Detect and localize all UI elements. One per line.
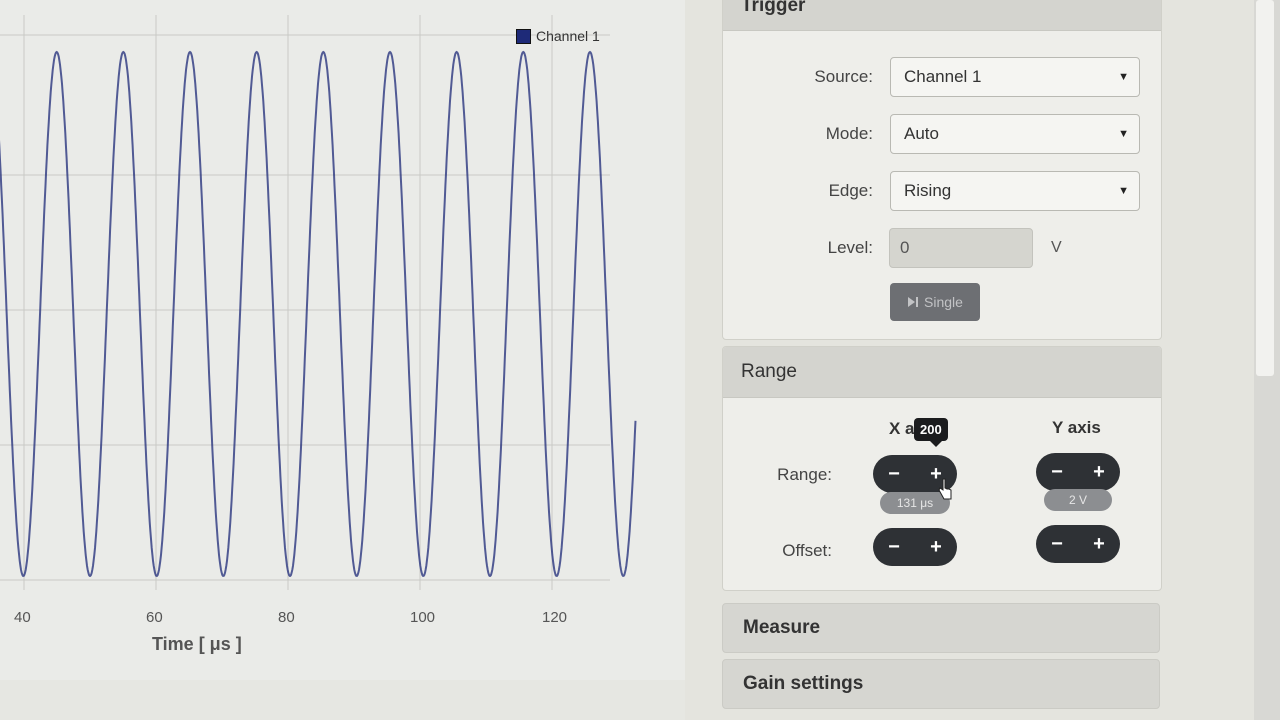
edge-label: Edge:	[828, 181, 873, 200]
x-offset-plus-button[interactable]: +	[916, 536, 956, 559]
channel-1-trace	[0, 50, 637, 577]
oscilloscope-plot[interactable]: 40 60 80 100 120 Channel 1 Time [ μs ]	[0, 0, 685, 680]
y-offset-plus-button[interactable]: +	[1079, 533, 1119, 556]
x-tick-label: 40	[14, 609, 31, 626]
measure-panel-heading[interactable]: Measure	[722, 603, 1160, 653]
x-axis-title: Time [ μs ]	[152, 634, 242, 654]
edge-select[interactable]: Rising ▼	[890, 171, 1140, 211]
edge-value: Rising	[904, 181, 952, 200]
offset-row-label: Offset:	[782, 541, 832, 560]
x-tick-label: 100	[410, 609, 435, 626]
measure-title: Measure	[743, 617, 821, 638]
y-range-plus-button[interactable]: +	[1079, 461, 1119, 484]
mode-value: Auto	[904, 124, 939, 143]
x-tick-label: 80	[278, 609, 295, 626]
level-input[interactable]: 0	[889, 228, 1033, 268]
mode-label: Mode:	[825, 124, 873, 143]
plot-canvas: 40 60 80 100 120	[0, 15, 637, 626]
range-title: Range	[741, 361, 797, 382]
legend-swatch-channel-1	[516, 28, 531, 44]
y-range-value: 2 V	[1044, 489, 1112, 511]
hand-cursor-icon	[938, 478, 952, 500]
step-forward-icon	[908, 297, 919, 307]
single-button[interactable]: Single	[890, 283, 980, 321]
gain-settings-title: Gain settings	[743, 673, 864, 694]
source-select[interactable]: Channel 1 ▼	[890, 57, 1140, 97]
x-tick-label: 120	[542, 609, 567, 626]
single-label: Single	[924, 294, 963, 310]
range-panel-heading[interactable]: Range	[723, 347, 1161, 398]
x-range-tooltip: 200	[914, 418, 948, 447]
caret-down-icon: ▼	[1118, 128, 1129, 140]
scrollbar-thumb[interactable]	[1256, 0, 1274, 376]
chart-legend: Channel 1	[516, 28, 600, 44]
x-tick-label: 60	[146, 609, 163, 626]
range-row-label: Range:	[777, 465, 832, 484]
y-offset-minus-button[interactable]: −	[1037, 533, 1077, 556]
caret-down-icon: ▼	[1118, 71, 1129, 83]
x-axis-column-header: X a	[889, 419, 915, 438]
level-label: Level:	[827, 238, 873, 257]
gain-settings-panel-heading[interactable]: Gain settings	[722, 659, 1160, 709]
x-offset-stepper: − +	[873, 528, 957, 566]
x-offset-minus-button[interactable]: −	[874, 536, 914, 559]
trigger-panel: Trigger Source: Channel 1 ▼ Mode: Auto ▼…	[722, 0, 1162, 340]
y-range-stepper: − +	[1036, 453, 1120, 491]
source-label: Source:	[814, 67, 873, 86]
mode-select[interactable]: Auto ▼	[890, 114, 1140, 154]
level-unit: V	[1051, 239, 1062, 256]
trigger-panel-heading[interactable]: Trigger	[723, 0, 1161, 31]
y-offset-stepper: − +	[1036, 525, 1120, 563]
x-range-minus-button[interactable]: −	[874, 463, 914, 486]
caret-down-icon: ▼	[1118, 185, 1129, 197]
y-range-minus-button[interactable]: −	[1037, 461, 1077, 484]
level-value: 0	[900, 238, 910, 257]
y-axis-column-header: Y axis	[1052, 418, 1101, 437]
trigger-title: Trigger	[741, 0, 806, 16]
source-value: Channel 1	[904, 67, 982, 86]
legend-label-channel-1: Channel 1	[536, 28, 600, 44]
